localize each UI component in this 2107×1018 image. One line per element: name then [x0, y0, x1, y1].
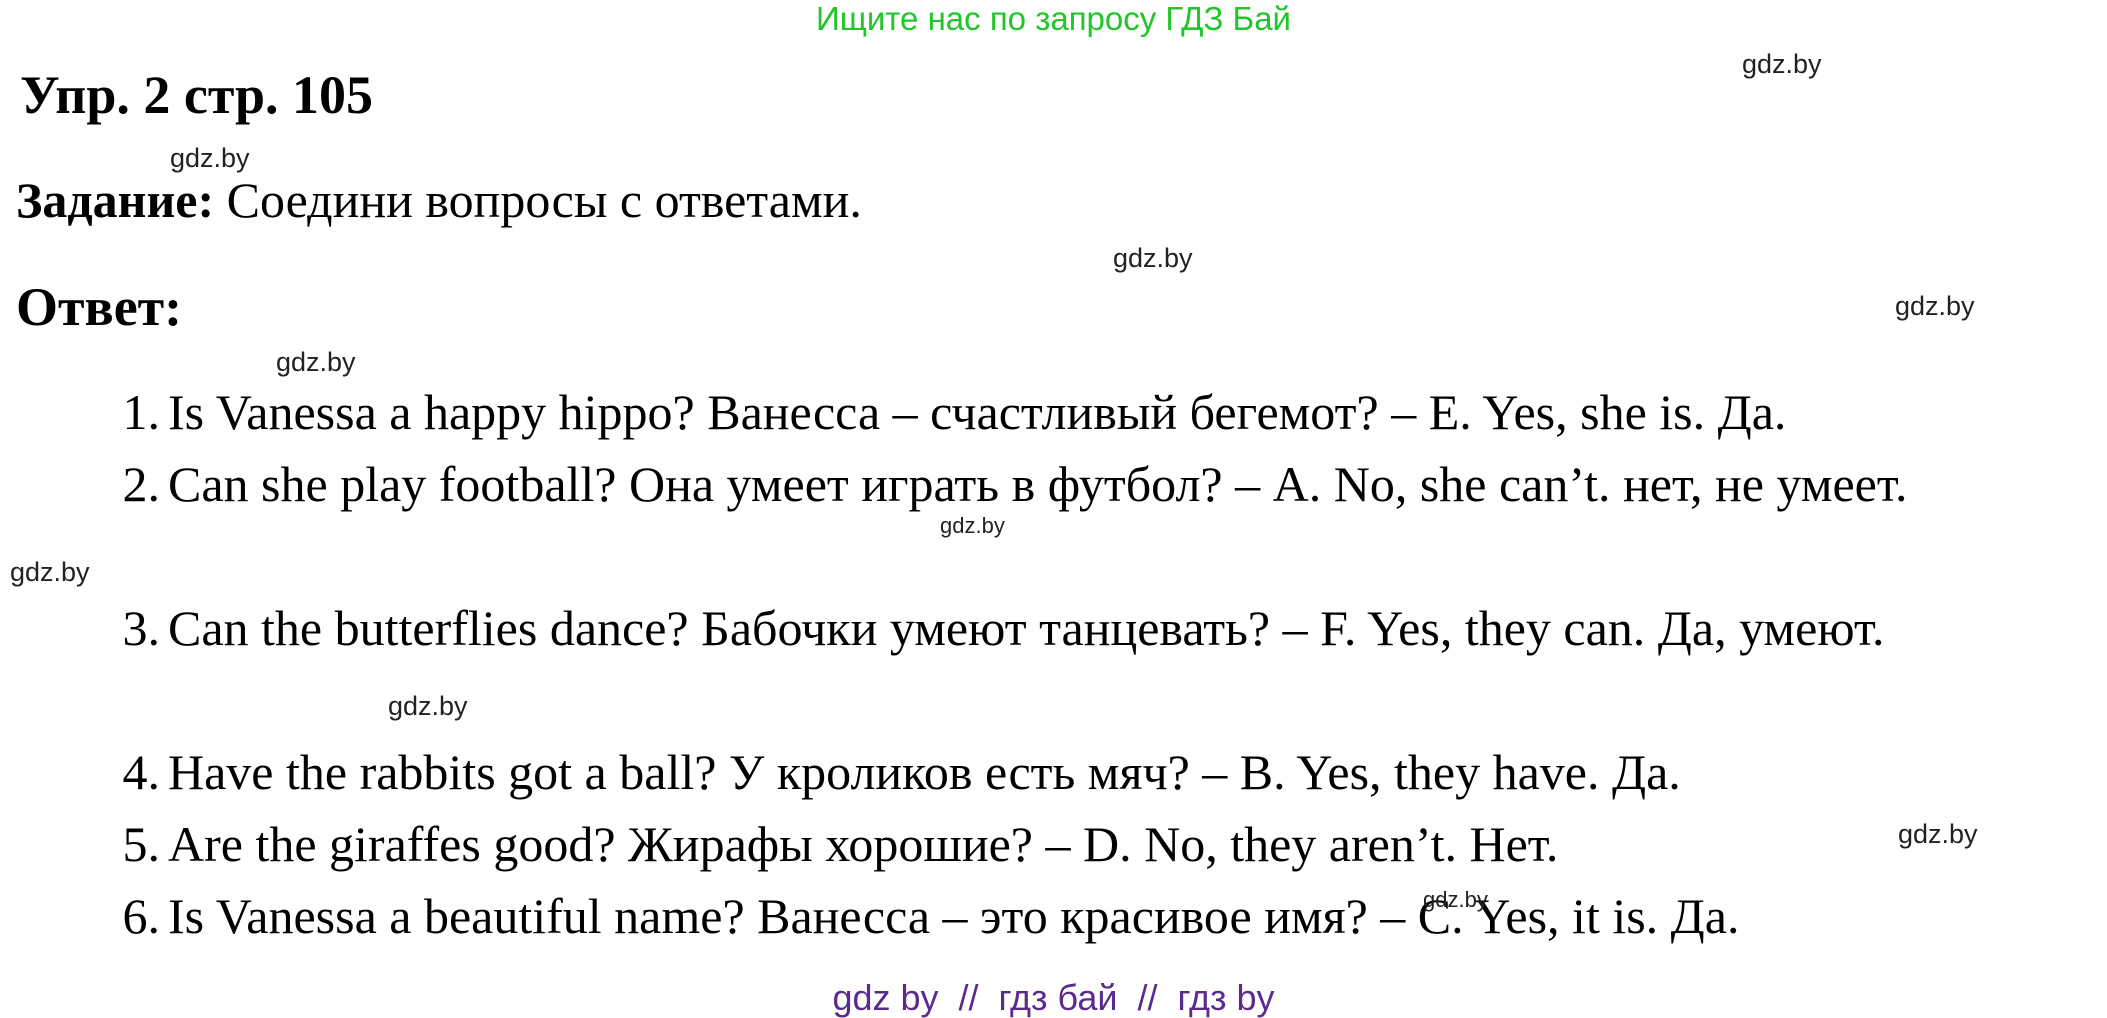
watermark: gdz.by	[170, 143, 250, 173]
item-number: 2.	[122, 456, 161, 512]
answer-list: 1. Is Vanessa a happy hippo? Ванесса – с…	[0, 0, 2107, 1016]
footer-watermark: gdz by // гдз бай // гдз by	[832, 977, 1275, 1018]
watermark: gdz.by	[1423, 887, 1488, 912]
watermark: gdz.by	[276, 347, 356, 377]
item-number: 5.	[122, 816, 161, 872]
watermark: gdz.by	[1113, 243, 1193, 273]
document-page: Ищите нас по запросу ГДЗ Бай Упр. 2 стр.…	[0, 0, 2107, 1018]
item-text: Can the butterflies dance? Бабочки умеют…	[168, 600, 1885, 656]
item-text: Is Vanessa a happy hippo? Ванесса – счас…	[168, 384, 1787, 440]
watermark: gdz.by	[388, 691, 468, 721]
watermark: gdz.by	[1898, 819, 1978, 849]
watermark: gdz.by	[10, 557, 90, 587]
watermark: gdz.by	[1742, 49, 1822, 79]
item-number: 6.	[122, 888, 161, 944]
watermark: gdz.by	[1895, 291, 1975, 321]
item-number: 3.	[122, 600, 161, 656]
watermark: gdz.by	[940, 513, 1005, 538]
item-text: Is Vanessa a beautiful name? Ванесса – э…	[168, 888, 1740, 944]
item-number: 1.	[122, 384, 161, 440]
item-text: Can she play football? Она умеет играть …	[168, 456, 1908, 512]
item-text: Have the rabbits got a ball? У кроликов …	[168, 744, 1681, 800]
item-number: 4.	[122, 744, 161, 800]
item-text: Are the giraffes good? Жирафы хорошие? –…	[168, 816, 1559, 872]
